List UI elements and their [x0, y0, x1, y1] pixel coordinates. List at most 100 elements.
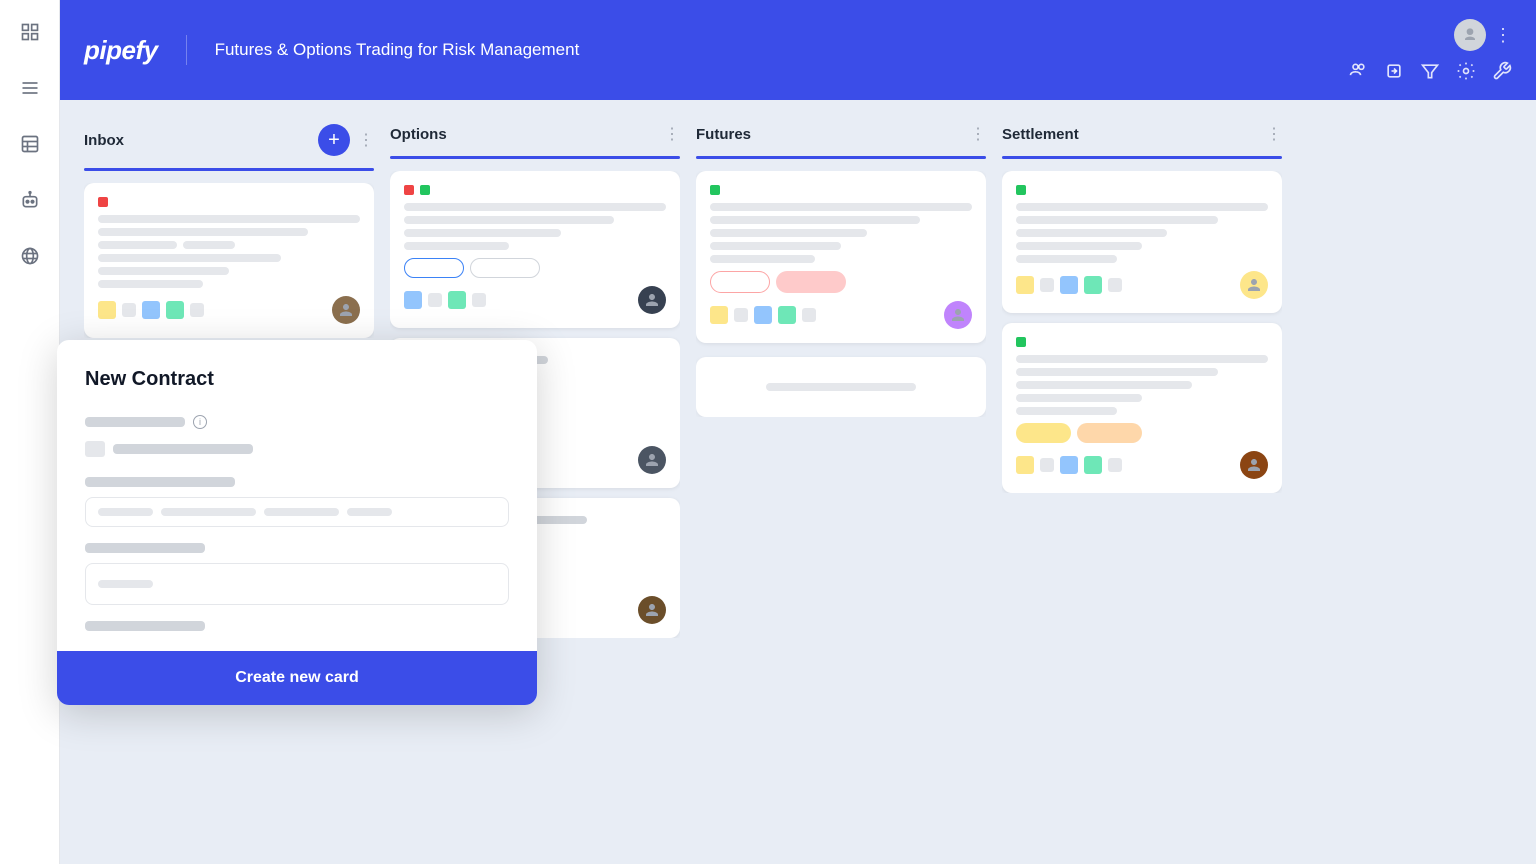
- card-lines: [98, 215, 360, 288]
- card-line: [1016, 407, 1117, 415]
- card-line: [1016, 203, 1268, 211]
- column-inbox-cards: [84, 183, 374, 338]
- column-futures-header: Futures ⋮: [696, 124, 986, 144]
- column-options-menu[interactable]: ⋮: [664, 124, 680, 144]
- dot-green: [1016, 185, 1026, 195]
- sidebar-icon-table[interactable]: [14, 128, 46, 160]
- card-avatar: [1240, 271, 1268, 299]
- card-line: [98, 215, 360, 223]
- sidebar-icon-list[interactable]: [14, 72, 46, 104]
- card-lines: [710, 203, 972, 263]
- card-avatar: [944, 301, 972, 329]
- modal-input2[interactable]: [85, 563, 509, 605]
- card[interactable]: [390, 171, 680, 328]
- filter-icon[interactable]: [1420, 61, 1440, 81]
- column-inbox-title: Inbox: [84, 132, 310, 149]
- create-new-card-button[interactable]: Create new card: [235, 669, 359, 687]
- card-line: [404, 242, 509, 250]
- modal-section2-label: [85, 543, 205, 553]
- attach-icon: [85, 441, 105, 457]
- column-settlement-menu[interactable]: ⋮: [1266, 124, 1282, 144]
- column-settlement-title: Settlement: [1002, 126, 1258, 143]
- card-line: [183, 241, 235, 249]
- card-footer: [404, 286, 666, 314]
- card-icon: [1060, 456, 1078, 474]
- card-icon: [778, 306, 796, 324]
- card-line: [404, 203, 666, 211]
- column-settlement-header: Settlement ⋮: [1002, 124, 1282, 144]
- modal-bottom-bar: [85, 621, 205, 631]
- column-settlement: Settlement ⋮: [1002, 124, 1282, 840]
- card-line: [710, 242, 841, 250]
- card-icons: [404, 291, 486, 309]
- header-menu-icon[interactable]: ⋮: [1494, 25, 1512, 46]
- column-options-header: Options ⋮: [390, 124, 680, 144]
- card[interactable]: [696, 171, 986, 343]
- card-lines: [1016, 355, 1268, 415]
- card-line: [710, 255, 815, 263]
- card-icon: [1016, 456, 1034, 474]
- modal-footer: Create new card: [57, 651, 537, 705]
- settings-icon[interactable]: [1456, 61, 1476, 81]
- column-options-title: Options: [390, 126, 656, 143]
- header-divider: [186, 35, 187, 65]
- modal-section1-label: [85, 477, 235, 487]
- card-line: [1016, 229, 1167, 237]
- card-icon: [1040, 278, 1054, 292]
- card-icon-4: [166, 301, 184, 319]
- card-line: [710, 216, 920, 224]
- column-inbox-header: Inbox + ⋮: [84, 124, 374, 156]
- card-footer: [1016, 271, 1268, 299]
- column-futures-menu[interactable]: ⋮: [970, 124, 986, 144]
- sidebar-icon-globe[interactable]: [14, 240, 46, 272]
- card-avatar: [638, 286, 666, 314]
- sidebar-icon-bot[interactable]: [14, 184, 46, 216]
- card-icon: [1084, 276, 1102, 294]
- header-title: Futures & Options Trading for Risk Manag…: [215, 40, 580, 60]
- new-contract-modal: New Contract i: [57, 340, 537, 705]
- tag-gray: [470, 258, 540, 278]
- pipefy-logo: pipefy: [84, 35, 158, 66]
- dot-red: [404, 185, 414, 195]
- card-indicator: [1016, 337, 1268, 347]
- column-inbox-add-button[interactable]: +: [318, 124, 350, 156]
- tag-pink: [776, 271, 846, 293]
- column-inbox-menu[interactable]: ⋮: [358, 130, 374, 150]
- user-avatar[interactable]: [1454, 19, 1486, 51]
- header-bottom-row: [1348, 61, 1512, 81]
- modal-input1[interactable]: [85, 497, 509, 527]
- sidebar-icon-grid[interactable]: [14, 16, 46, 48]
- card-tags: [404, 258, 666, 278]
- card-icon: [754, 306, 772, 324]
- card-line: [1016, 368, 1218, 376]
- modal-title: New Contract: [85, 368, 509, 391]
- card-icons: [98, 301, 204, 319]
- people-icon[interactable]: [1348, 61, 1368, 81]
- card-footer: [710, 301, 972, 329]
- card-indicator: [98, 197, 360, 207]
- column-futures-cards: [696, 171, 986, 417]
- export-icon[interactable]: [1384, 61, 1404, 81]
- placeholder-bar: [161, 508, 256, 516]
- card-icon: [1040, 458, 1054, 472]
- card-avatar: [1240, 451, 1268, 479]
- card[interactable]: [1002, 323, 1282, 493]
- card-line: [404, 229, 561, 237]
- tag-blue: [404, 258, 464, 278]
- modal-attach-row: [85, 441, 509, 457]
- wrench-icon[interactable]: [1492, 61, 1512, 81]
- column-settlement-bar: [1002, 156, 1282, 159]
- column-futures-title: Futures: [696, 126, 962, 143]
- column-settlement-cards: [1002, 171, 1282, 493]
- card-icon-3: [142, 301, 160, 319]
- card-lines: [1016, 203, 1268, 263]
- tag-orange: [1077, 423, 1142, 443]
- card-indicator: [1016, 185, 1268, 195]
- card[interactable]: [84, 183, 374, 338]
- tag-yellow: [1016, 423, 1071, 443]
- card-icons: [1016, 456, 1122, 474]
- card[interactable]: [1002, 171, 1282, 313]
- placeholder-bar: [98, 508, 153, 516]
- card-line: [404, 216, 614, 224]
- card-icon: [404, 291, 422, 309]
